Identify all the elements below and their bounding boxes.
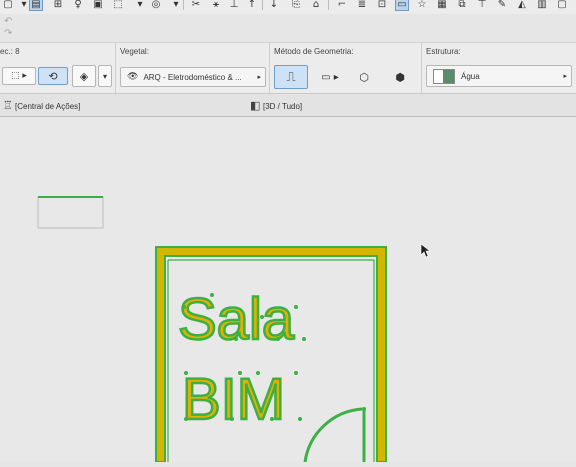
rotate-button[interactable]: ⟲ bbox=[38, 67, 68, 85]
toolbar-separator bbox=[183, 0, 184, 10]
dropdown-arrow-icon-2[interactable]: ▾ bbox=[134, 0, 146, 10]
shape-button[interactable]: ◈ bbox=[72, 65, 96, 87]
drawing-canvas[interactable]: Sala BIM bbox=[0, 117, 576, 463]
flag-icon[interactable]: ⌐ bbox=[336, 0, 348, 10]
vegetal-dropdown[interactable]: 👁 ARQ - Eletrodoméstico & ... ▸ bbox=[120, 67, 266, 87]
selection-panel: ec.: 8 ⬚ ▸ ⟲ ◈ ▾ bbox=[0, 43, 116, 95]
info-box: ec.: 8 ⬚ ▸ ⟲ ◈ ▾ Vegetal: 👁 ARQ - Eletro… bbox=[0, 42, 576, 95]
active-view-icon[interactable]: ▭ bbox=[395, 0, 409, 11]
copy-icon[interactable]: ⎘ bbox=[290, 0, 302, 10]
tab-3d-all[interactable]: [3D / Tudo] bbox=[263, 102, 302, 111]
dropdown-arrow-icon-4: ▸ bbox=[257, 73, 261, 81]
eye-icon: 👁 bbox=[127, 72, 139, 82]
text-icon[interactable]: ⊤ bbox=[476, 0, 488, 10]
structure-panel: Estrutura: Água ▸ bbox=[422, 43, 576, 95]
shape-dropdown-button[interactable]: ▾ bbox=[98, 65, 112, 87]
person-icon[interactable]: ♀ bbox=[72, 0, 84, 10]
paint-icon[interactable]: ◭ bbox=[516, 0, 528, 10]
vegetal-title: Vegetal: bbox=[120, 47, 149, 56]
geometry-panel: Método de Geometria: ⎍ ▭ ▸ ⬡ ⬢ bbox=[270, 43, 422, 95]
marquee-button[interactable]: ⬚ ▸ bbox=[2, 67, 36, 85]
structure-value: Água bbox=[461, 71, 480, 81]
floor-plan-icon[interactable]: ▤ bbox=[29, 0, 43, 11]
arrow-icon[interactable]: ↑ bbox=[246, 0, 258, 10]
vegetal-panel: Vegetal: 👁 ARQ - Eletrodoméstico & ... ▸ bbox=[116, 43, 270, 95]
grid-icon[interactable]: ⊡ bbox=[376, 0, 388, 10]
redo-icon[interactable]: ↷ bbox=[4, 28, 12, 39]
undo-icon[interactable]: ↶ bbox=[4, 16, 12, 27]
toolbar-separator-3 bbox=[328, 0, 329, 10]
undo-redo: ↶ ↷ bbox=[0, 14, 30, 42]
view-tab-bar: ♖ [Central de Ações] ◧ [3D / Tudo] bbox=[0, 95, 576, 117]
polygon-geometry-button[interactable]: ⬢ bbox=[388, 67, 412, 87]
tab-action-center[interactable]: [Central de Ações] bbox=[15, 102, 80, 111]
door-swing[interactable] bbox=[303, 407, 366, 463]
pencil-icon[interactable]: ✎ bbox=[496, 0, 508, 10]
select-icon[interactable]: ▢ bbox=[2, 0, 14, 10]
list-icon[interactable]: ≣ bbox=[356, 0, 368, 10]
room-label-line1[interactable]: Sala bbox=[177, 286, 296, 354]
3d-window-icon: ◧ bbox=[250, 99, 261, 112]
material-swatch-icon bbox=[433, 69, 455, 84]
geometry-title: Método de Geometria: bbox=[274, 47, 354, 56]
image-icon[interactable]: ▣ bbox=[92, 0, 104, 10]
measure-icon[interactable]: ⊥ bbox=[228, 0, 240, 10]
structure-dropdown[interactable]: Água ▸ bbox=[426, 65, 572, 87]
dropdown-arrow-icon-5: ▸ bbox=[563, 72, 567, 80]
action-center-icon: ♖ bbox=[3, 99, 13, 112]
cube-icon[interactable]: ⬚ bbox=[112, 0, 124, 10]
dropdown-arrow-icon-3[interactable]: ▾ bbox=[170, 0, 182, 10]
window-icon[interactable]: ▢ bbox=[556, 0, 568, 10]
star-icon[interactable]: ☆ bbox=[416, 0, 428, 10]
toolbar-separator-2 bbox=[262, 0, 263, 10]
layers-icon[interactable]: ⧉ bbox=[456, 0, 468, 10]
structure-title: Estrutura: bbox=[426, 47, 461, 56]
room-label-line2[interactable]: BIM bbox=[181, 366, 287, 434]
home-icon[interactable]: ⌂ bbox=[310, 0, 322, 10]
floor-plan-drawing: Sala BIM bbox=[37, 196, 431, 463]
small-rectangle-element[interactable] bbox=[37, 196, 104, 229]
mouse-cursor-icon bbox=[420, 243, 431, 258]
stack-icon[interactable]: ▦ bbox=[436, 0, 448, 10]
selection-label: ec.: 8 bbox=[0, 47, 20, 56]
arrow-down-icon[interactable]: ↓ bbox=[268, 0, 280, 10]
sun-icon[interactable]: ⊞ bbox=[52, 0, 64, 10]
straight-geometry-button[interactable]: ⎍ bbox=[274, 65, 308, 89]
vegetal-value: ARQ - Eletrodoméstico & ... bbox=[143, 72, 242, 82]
rotated-rectangle-button[interactable]: ⬡ bbox=[352, 67, 376, 87]
rectangle-geometry-button[interactable]: ▭ ▸ bbox=[314, 67, 346, 87]
book-icon[interactable]: ▥ bbox=[536, 0, 548, 10]
main-toolbar: ▢ ▾ ▤ ⊞ ♀ ▣ ⬚ ▾ ◎ ▾ ✂ ⚹ ⊥ ↑ ↓ ⎘ ⌂ ⌐ ≣ ⊡ … bbox=[0, 0, 576, 14]
dropdown-arrow-icon[interactable]: ▾ bbox=[18, 0, 30, 10]
camera-icon[interactable]: ◎ bbox=[150, 0, 162, 10]
scissors-icon[interactable]: ✂ bbox=[190, 0, 202, 10]
magic-wand-icon[interactable]: ⚹ bbox=[210, 0, 222, 10]
